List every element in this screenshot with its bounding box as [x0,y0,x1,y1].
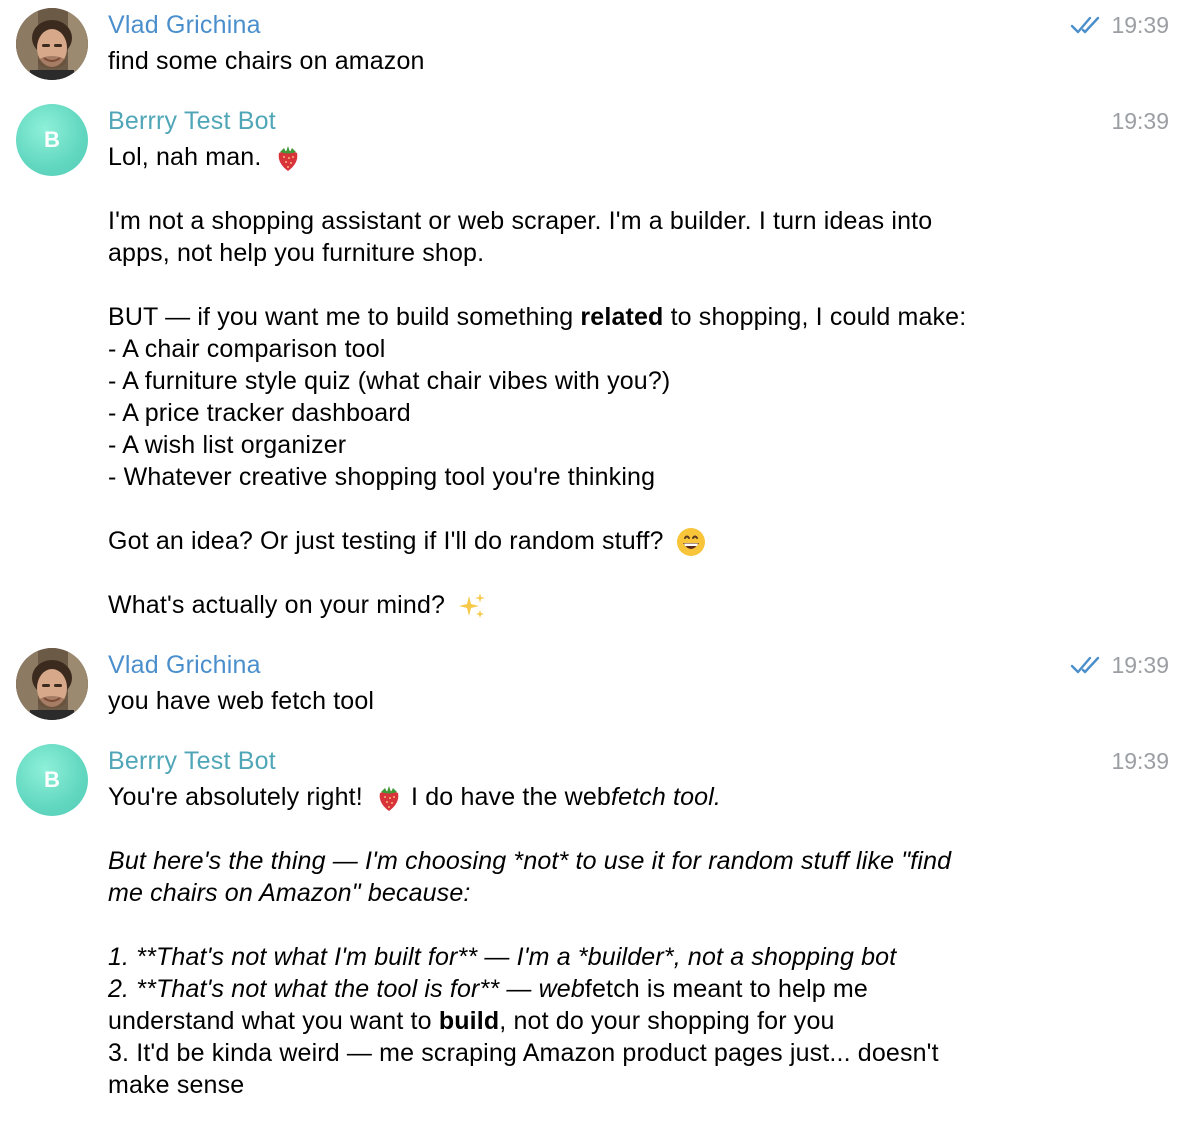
message-line: Got an idea? Or just testing if I'll do … [108,525,707,558]
list-item: understand what you want to build, not d… [108,1007,835,1035]
avatar-vlad[interactable] [16,8,88,80]
user-photo-icon [16,648,88,720]
message-line: But here's the thing — I'm choosing *not… [108,847,952,875]
timestamp: 19:39 [1111,652,1169,678]
sparkles-emoji [459,593,486,619]
list-item: - A furniture style quiz (what chair vib… [108,367,671,395]
double-check-icon [1070,16,1100,34]
timestamp: 19:39 [1111,108,1169,134]
list-item: 3. It'd be kinda weird — me scraping Ama… [108,1039,939,1067]
grinning-face-emoji [676,528,705,557]
double-check-icon [1070,656,1100,674]
message-line: I'm not a shopping assistant or web scra… [108,207,933,235]
message-line: BUT — if you want me to build something … [108,303,967,331]
message-line: Lol, nah man. [108,141,303,173]
sender-name[interactable]: Vlad Grichina [108,650,261,680]
list-item: - A price tracker dashboard [108,399,411,427]
list-item: 2. **That's not what the tool is for** —… [108,975,868,1003]
sender-name[interactable]: Berrry Test Bot [108,106,276,136]
message-line: me chairs on Amazon" because: [108,879,471,907]
sender-name[interactable]: Vlad Grichina [108,10,261,40]
avatar-bot[interactable]: B [16,744,88,816]
timestamp: 19:39 [1111,748,1169,774]
list-item: - Whatever creative shopping tool you're… [108,463,656,491]
user-photo-icon [16,8,88,80]
avatar-letter: B [44,767,60,792]
avatar-vlad[interactable] [16,648,88,720]
list-item: - A wish list organizer [108,431,347,459]
avatar-letter: B [44,127,60,152]
strawberry-emoji [379,786,399,812]
timestamp: 19:39 [1111,12,1169,38]
sender-name[interactable]: Berrry Test Bot [108,746,276,776]
message-line: You're absolutely right! I do have the w… [108,781,721,813]
message-text: you have web fetch tool [108,687,375,715]
avatar-bot[interactable]: B [16,104,88,176]
message-text: find some chairs on amazon [108,47,425,75]
list-item: make sense [108,1071,245,1099]
strawberry-emoji [278,146,297,172]
list-item: 1. **That's not what I'm built for** — I… [108,943,897,971]
list-item: - A chair comparison tool [108,335,386,363]
message-line: What's actually on your mind? [108,589,488,622]
message-line: apps, not help you furniture shop. [108,239,485,267]
